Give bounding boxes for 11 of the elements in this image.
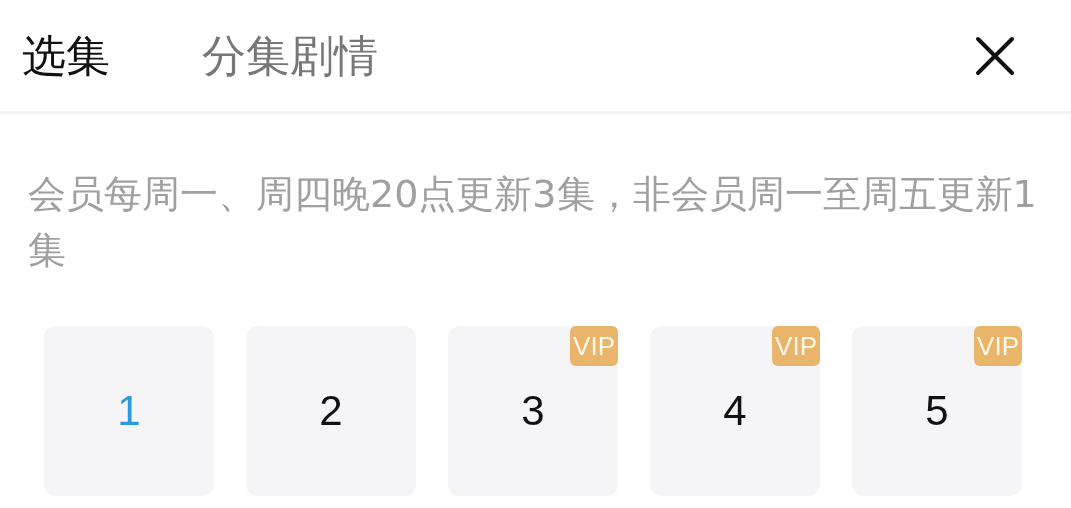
episode-tile[interactable]: 5 VIP bbox=[852, 326, 1022, 496]
vip-badge: VIP bbox=[772, 326, 820, 366]
episode-tile[interactable]: 2 bbox=[246, 326, 416, 496]
tab[interactable]: 分集剧情 bbox=[202, 33, 378, 78]
vip-badge: VIP bbox=[570, 326, 618, 366]
tab[interactable]: 选集 bbox=[22, 33, 110, 78]
episode-tile[interactable]: 3 VIP bbox=[448, 326, 618, 496]
update-notice: 会员每周一、周四晚20点更新3集，非会员周一至周五更新1集 bbox=[27, 171, 1038, 274]
close-icon[interactable] bbox=[975, 35, 1015, 76]
episode-tile[interactable]: 4 VIP bbox=[650, 326, 820, 496]
vip-badge: VIP bbox=[974, 326, 1022, 366]
